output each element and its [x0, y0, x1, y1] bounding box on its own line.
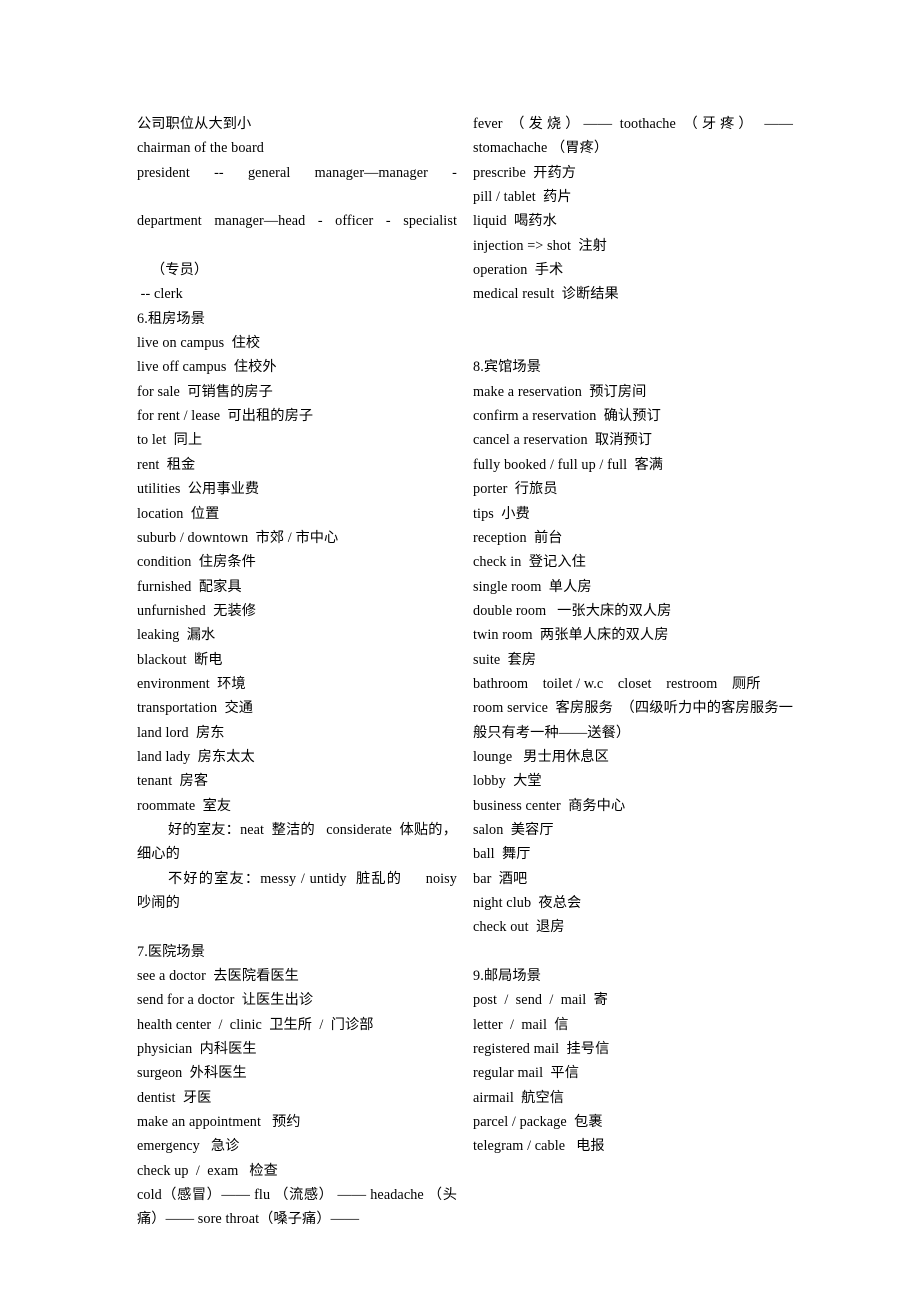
right-line: confirm a reservation 确认预订: [473, 408, 661, 425]
left-line: tenant 房客: [137, 773, 209, 790]
left-line: suburb / downtown 市郊 / 市中心: [137, 529, 339, 546]
right-line: medical result 诊断结果: [473, 286, 619, 303]
left-line: blackout 断电: [137, 651, 223, 668]
left-line: for rent / lease 可出租的房子: [137, 408, 314, 425]
left-line: 公司职位从大到小: [137, 116, 252, 132]
left-line: condition 住房条件: [137, 554, 256, 571]
left-line: health center / clinic 卫生所 / 门诊部: [137, 1016, 374, 1033]
right-line: bar 酒吧: [473, 870, 528, 887]
right-line: night club 夜总会: [473, 895, 582, 911]
right-line: airmail 航空信: [473, 1089, 565, 1106]
left-line: dentist 牙医: [137, 1089, 212, 1106]
right-line: salon 美容厅: [473, 821, 554, 838]
right-line: 8.宾馆场景: [473, 359, 541, 376]
right-line: check in 登记入住: [473, 554, 586, 571]
left-line: 6.租房场景: [137, 310, 205, 327]
right-line: [473, 307, 793, 331]
right-line: registered mail 挂号信: [473, 1041, 610, 1058]
left-text-column: 公司职位从大到小 chairman of the board president -…: [137, 112, 457, 1232]
left-line: make an appointment 预约: [137, 1114, 301, 1131]
right-line: bathroom toilet / w.c closet restroom 厕所: [473, 675, 761, 692]
left-line: leaking 漏水: [137, 627, 216, 644]
left-line: land lord 房东: [137, 724, 225, 741]
right-line: post / send / mail 寄: [473, 992, 608, 1009]
right-line: single room 单人房: [473, 578, 592, 595]
left-line: chairman of the board: [137, 140, 264, 157]
right-text-column: fever （发烧）—— toothache （牙疼） —— stomachac…: [473, 112, 793, 1232]
right-line: parcel / package 包裹: [473, 1114, 603, 1131]
right-line: reception 前台: [473, 529, 563, 546]
right-line: 9.邮局场景: [473, 968, 541, 985]
left-line: rent 租金: [137, 456, 196, 473]
right-line: injection => shot 注射: [473, 237, 607, 254]
right-line: porter 行旅员: [473, 481, 558, 498]
left-line: -- clerk: [137, 286, 183, 303]
right-line: telegram / cable 电报: [473, 1138, 605, 1155]
left-line: 7.医院场景: [137, 943, 205, 960]
left-line: （专员）: [151, 262, 209, 279]
left-line: land lady 房东太太: [137, 748, 255, 765]
left-line: cold（感冒）—— flu （流感） —— headache （头痛）—— s…: [137, 1187, 457, 1228]
left-line: utilities 公用事业费: [137, 481, 260, 498]
left-line: 好的室友：neat 整洁的 considerate 体贴的，细心的: [137, 821, 457, 863]
left-line: send for a doctor 让医生出诊: [137, 992, 314, 1009]
right-line: [473, 940, 793, 964]
right-line: suite 套房: [473, 651, 537, 668]
left-line: department manager—head - officer - spec…: [137, 213, 457, 230]
right-line: letter / mail 信: [473, 1016, 569, 1033]
left-line: live on campus 住校: [137, 335, 261, 352]
left-line: environment 环境: [137, 675, 246, 692]
right-line: fever （发烧）—— toothache （牙疼） —— stomachac…: [473, 116, 797, 157]
left-line: for sale 可销售的房子: [137, 383, 273, 400]
right-line: business center 商务中心: [473, 797, 626, 814]
left-line: 不好的室友：messy / untidy 脏乱的 noisy 吵闹的: [137, 870, 465, 911]
right-line: ball 舞厅: [473, 846, 531, 863]
left-line: unfurnished 无装修: [137, 602, 257, 619]
left-line: transportation 交通: [137, 700, 254, 717]
right-line: prescribe 开药方: [473, 164, 577, 181]
left-line: check up / exam 检查: [137, 1162, 278, 1179]
left-line: to let 同上: [137, 432, 203, 449]
right-line: cancel a reservation 取消预订: [473, 432, 653, 449]
right-line: liquid 喝药水: [473, 213, 557, 230]
right-line: [473, 331, 793, 355]
left-line: president -- general manager—manager -: [137, 164, 457, 181]
right-line: fully booked / full up / full 客满: [473, 456, 664, 473]
right-line: twin room 两张单人床的双人房: [473, 627, 669, 644]
left-line: surgeon 外科医生: [137, 1065, 247, 1082]
right-line: operation 手术: [473, 262, 564, 279]
left-line: physician 内科医生: [137, 1041, 257, 1058]
two-column-body: 公司职位从大到小 chairman of the board president -…: [137, 112, 793, 1232]
document-page: 公司职位从大到小 chairman of the board president -…: [0, 0, 920, 1302]
right-line: lounge 男士用休息区: [473, 748, 609, 765]
left-line: live off campus 住校外: [137, 359, 277, 376]
right-line: room service 客房服务 （四级听力中的客房服务一般只有考一种——送餐…: [473, 700, 793, 741]
right-line: check out 退房: [473, 919, 565, 936]
left-line: see a doctor 去医院看医生: [137, 968, 299, 985]
left-line: roommate 室友: [137, 797, 232, 814]
right-line: tips 小费: [473, 505, 530, 522]
left-line: [137, 915, 457, 939]
right-line: lobby 大堂: [473, 773, 542, 790]
right-line: regular mail 平信: [473, 1065, 580, 1082]
left-line: location 位置: [137, 505, 220, 522]
left-line: emergency 急诊: [137, 1138, 240, 1155]
right-line: double room 一张大床的双人房: [473, 602, 672, 619]
left-line: furnished 配家具: [137, 578, 242, 595]
right-line: pill / tablet 药片: [473, 189, 572, 206]
right-line: make a reservation 预订房间: [473, 383, 647, 400]
